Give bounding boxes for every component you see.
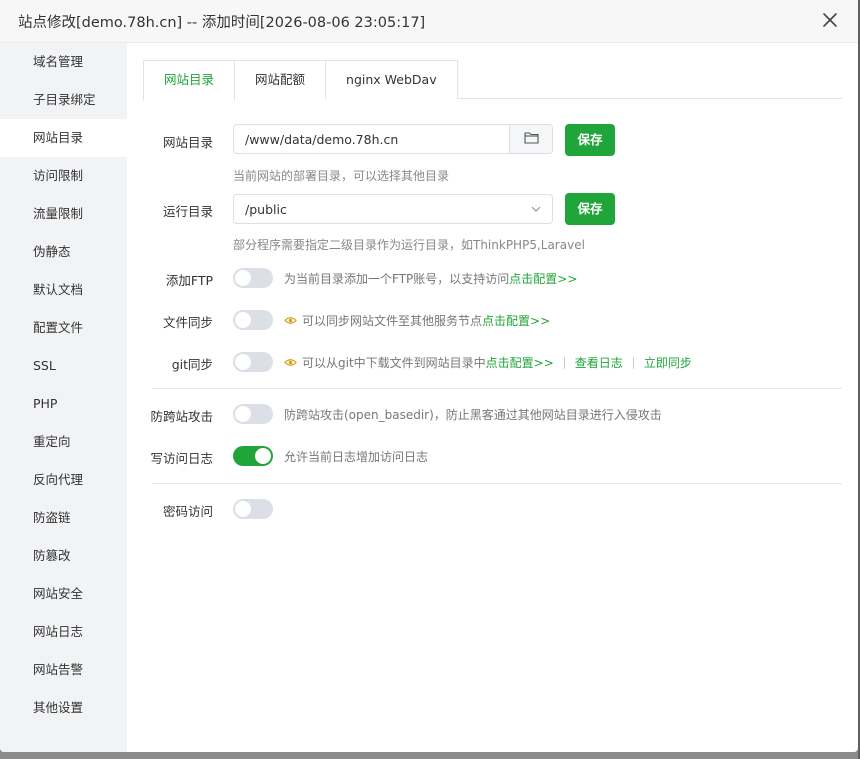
sidebar-item-hotlink[interactable]: 防盗链 xyxy=(0,499,127,537)
tab-nginx-webdav[interactable]: nginx WebDav xyxy=(325,60,458,99)
sidebar-item-redirect[interactable]: 重定向 xyxy=(0,423,127,461)
ftp-desc: 为当前目录添加一个FTP账号，以支持访问 xyxy=(284,272,510,286)
sync-now-link[interactable]: 立即同步 xyxy=(644,354,692,371)
sidebar-item-tamper-proof[interactable]: 防篡改 xyxy=(0,537,127,575)
sidebar-item-site-logs[interactable]: 网站日志 xyxy=(0,613,127,651)
ftp-toggle[interactable] xyxy=(233,268,273,288)
git-sync-desc: 可以从git中下载文件到网站目录中 xyxy=(302,356,486,370)
file-sync-toggle[interactable] xyxy=(233,310,273,330)
file-sync-desc: 可以同步网站文件至其他服务节点 xyxy=(302,314,483,328)
tab-site-dir[interactable]: 网站目录 xyxy=(143,60,236,101)
password-row: 密码访问 xyxy=(127,498,842,520)
git-sync-toggle[interactable] xyxy=(233,352,273,372)
close-icon[interactable] xyxy=(820,10,840,30)
save-site-dir-button[interactable]: 保存 xyxy=(565,124,615,156)
access-log-label: 写访问日志 xyxy=(150,451,213,466)
site-dir-input[interactable]: /www/data/demo.78h.cn xyxy=(233,124,553,154)
git-sync-label: git同步 xyxy=(171,357,213,372)
git-sync-row: git同步 可以从git中下载文件到网站目录中 点击配置>> 查看日志 立即同步 xyxy=(127,351,842,373)
site-dir-label: 网站目录 xyxy=(162,135,213,150)
cross-site-row: 防跨站攻击 防跨站攻击(open_basedir)，防止黑客通过其他网站目录进行… xyxy=(127,403,842,425)
access-log-desc: 允许当前日志增加访问日志 xyxy=(284,450,429,464)
access-log-toggle[interactable] xyxy=(233,446,273,466)
save-run-dir-button[interactable]: 保存 xyxy=(565,193,615,225)
section-divider xyxy=(152,483,842,484)
view-logs-link[interactable]: 查看日志 xyxy=(575,354,623,371)
section-divider xyxy=(152,388,842,389)
cross-site-desc: 防跨站攻击(open_basedir)，防止黑客通过其他网站目录进行入侵攻击 xyxy=(284,408,662,422)
run-dir-row: 运行目录 /public 保存 xyxy=(127,193,842,225)
chevron-down-icon xyxy=(530,203,542,215)
sidebar-item-php[interactable]: PHP xyxy=(0,385,127,423)
eye-icon xyxy=(284,314,297,327)
ftp-config-link[interactable]: 点击配置>> xyxy=(509,270,577,287)
file-sync-config-link[interactable]: 点击配置>> xyxy=(482,312,550,329)
sidebar-item-default-doc[interactable]: 默认文档 xyxy=(0,271,127,309)
folder-picker-button[interactable] xyxy=(509,125,552,153)
title-bar: 站点修改[demo.78h.cn] -- 添加时间[2026-08-06 23:… xyxy=(0,0,858,43)
sidebar-item-site-dir[interactable]: 网站目录 xyxy=(0,119,127,157)
ftp-label: 添加FTP xyxy=(165,273,213,288)
file-sync-label: 文件同步 xyxy=(162,315,213,330)
sidebar: 域名管理 子目录绑定 网站目录 访问限制 流量限制 伪静态 默认文档 配置文件 … xyxy=(0,43,127,752)
sidebar-item-ssl[interactable]: SSL xyxy=(0,347,127,385)
cross-site-label: 防跨站攻击 xyxy=(150,409,213,424)
git-sync-config-link[interactable]: 点击配置>> xyxy=(486,354,554,371)
sidebar-item-site-alerts[interactable]: 网站告警 xyxy=(0,651,127,689)
tab-site-quota[interactable]: 网站配额 xyxy=(234,60,327,99)
ftp-row: 添加FTP 为当前目录添加一个FTP账号，以支持访问 点击配置>> xyxy=(127,267,842,289)
sidebar-item-site-security[interactable]: 网站安全 xyxy=(0,575,127,613)
file-sync-row: 文件同步 可以同步网站文件至其他服务节点 点击配置>> xyxy=(127,309,842,331)
site-dir-hint: 当前网站的部署目录，可以选择其他目录 xyxy=(233,169,450,183)
run-dir-label: 运行目录 xyxy=(162,204,213,219)
cross-site-toggle[interactable] xyxy=(233,404,273,424)
password-toggle[interactable] xyxy=(233,499,273,519)
dialog-title: 站点修改[demo.78h.cn] -- 添加时间[2026-08-06 23:… xyxy=(18,15,426,31)
run-dir-select[interactable]: /public xyxy=(233,194,553,224)
sidebar-item-subdir[interactable]: 子目录绑定 xyxy=(0,81,127,119)
sidebar-item-reverse-proxy[interactable]: 反向代理 xyxy=(0,461,127,499)
sidebar-item-traffic-limit[interactable]: 流量限制 xyxy=(0,195,127,233)
eye-icon xyxy=(284,356,297,369)
sidebar-item-other-settings[interactable]: 其他设置 xyxy=(0,689,127,727)
content-panel: 网站目录 网站配额 nginx WebDav 网站目录 /www/data/de… xyxy=(127,43,858,752)
sidebar-item-config-file[interactable]: 配置文件 xyxy=(0,309,127,347)
sidebar-item-access-limit[interactable]: 访问限制 xyxy=(0,157,127,195)
password-label: 密码访问 xyxy=(162,504,213,519)
access-log-row: 写访问日志 允许当前日志增加访问日志 xyxy=(127,445,842,467)
site-edit-dialog: 站点修改[demo.78h.cn] -- 添加时间[2026-08-06 23:… xyxy=(0,0,858,752)
tab-bar: 网站目录 网站配额 nginx WebDav xyxy=(143,60,458,101)
folder-icon xyxy=(523,131,539,147)
site-dir-row: 网站目录 /www/data/demo.78h.cn 保存 xyxy=(127,124,842,156)
sidebar-item-rewrite[interactable]: 伪静态 xyxy=(0,233,127,271)
sidebar-item-domain[interactable]: 域名管理 xyxy=(0,43,127,81)
run-dir-hint: 部分程序需要指定二级目录作为运行目录，如ThinkPHP5,Laravel xyxy=(233,238,585,252)
